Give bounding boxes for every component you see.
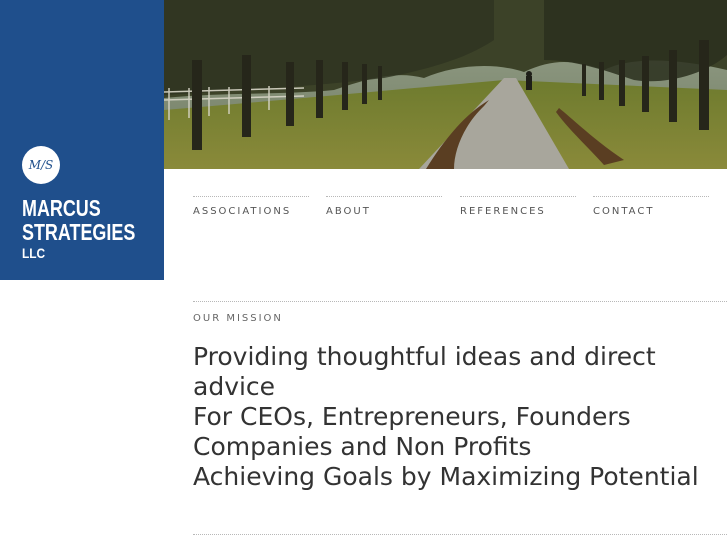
nav-contact[interactable]: CONTACT xyxy=(593,196,709,222)
section-divider-bottom xyxy=(193,534,727,535)
brand-name-line3: LLC xyxy=(22,245,46,261)
nav-associations[interactable]: ASSOCIATIONS xyxy=(193,196,309,222)
brand-name-line1: MARCUS xyxy=(22,195,101,221)
nav-about[interactable]: ABOUT xyxy=(326,196,442,222)
mission-line: Achieving Goals by Maximizing Potential xyxy=(193,462,699,491)
mission-line: For CEOs, Entrepreneurs, Founders xyxy=(193,402,631,431)
mission-line: Companies and Non Profits xyxy=(193,432,532,461)
section-divider xyxy=(193,301,727,302)
hero-image xyxy=(164,0,727,169)
monogram-logo: M/S xyxy=(22,146,60,184)
mission-line: Providing thoughtful ideas and direct ad… xyxy=(193,342,656,401)
mission-statement: Providing thoughtful ideas and direct ad… xyxy=(193,342,727,492)
logo-panel[interactable]: M/S MARCUS STRATEGIES LLC xyxy=(0,0,164,280)
brand-name-line2: STRATEGIES xyxy=(22,219,136,245)
mission-heading: OUR MISSION xyxy=(193,313,283,324)
main-nav: ASSOCIATIONS ABOUT REFERENCES CONTACT xyxy=(193,196,727,226)
nav-references[interactable]: REFERENCES xyxy=(460,196,576,222)
